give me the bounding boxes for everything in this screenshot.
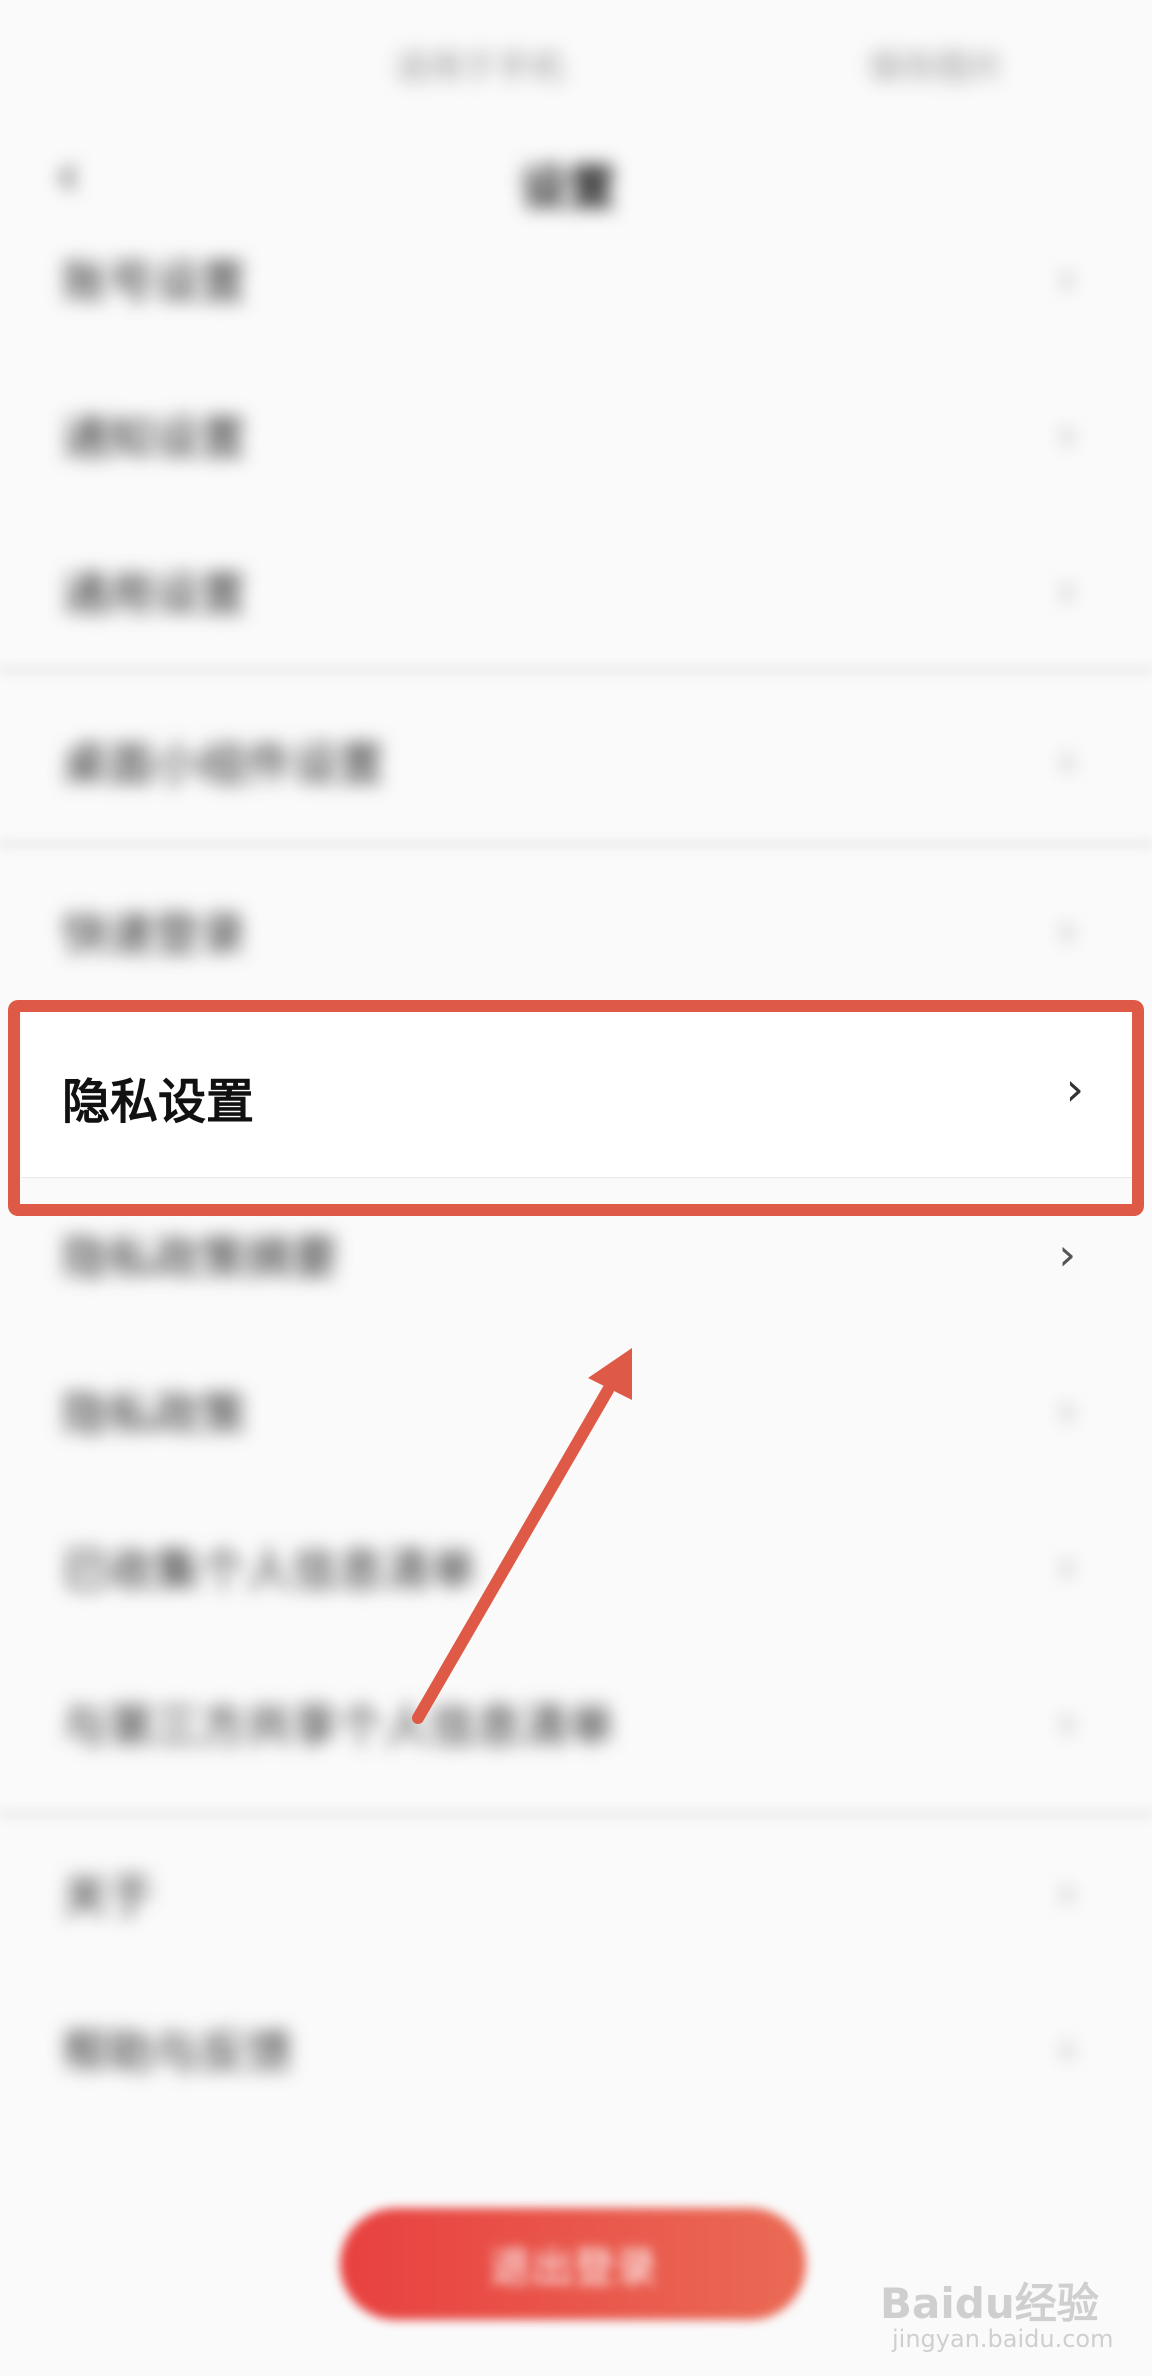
logout-button-label: 退出登录 bbox=[488, 2242, 657, 2292]
baidu-watermark: Baidu经验 bbox=[880, 2279, 1099, 2328]
logout-button[interactable]: 退出登录 bbox=[340, 2208, 806, 2320]
annotation-arrow-icon bbox=[412, 1348, 632, 1724]
baidu-watermark-url: jingyan.baidu.com bbox=[892, 2325, 1114, 2353]
